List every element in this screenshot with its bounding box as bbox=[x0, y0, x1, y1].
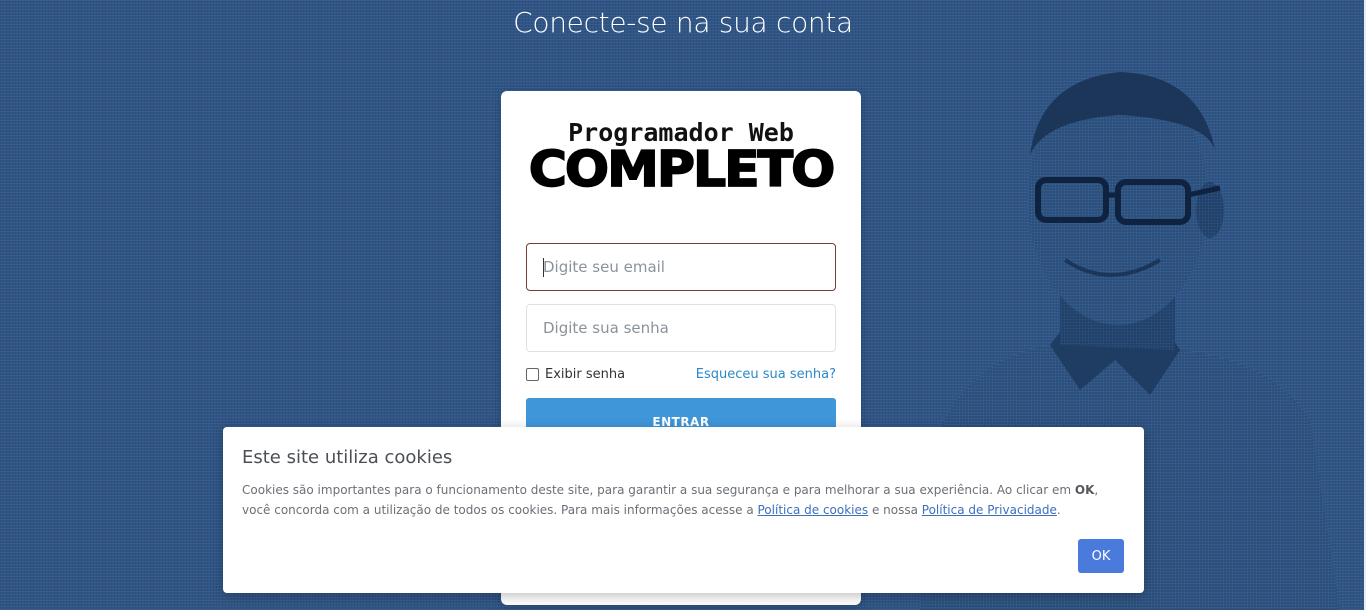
cookie-banner-title: Este site utiliza cookies bbox=[242, 447, 453, 468]
cookie-banner-text: Cookies são importantes para o funcionam… bbox=[242, 480, 1122, 520]
cookie-text-part: . bbox=[1056, 503, 1061, 517]
forgot-password-link[interactable]: Esqueceu sua senha? bbox=[696, 367, 836, 382]
brand-logo: Programador Web COMPLETO bbox=[519, 119, 843, 199]
cookie-text-part: Cookies são importantes para o funcionam… bbox=[242, 483, 1075, 497]
text-caret bbox=[543, 258, 544, 277]
show-password-label: Exibir senha bbox=[545, 367, 626, 382]
page-title: Conecte-se na sua conta bbox=[513, 6, 853, 39]
privacy-policy-link[interactable]: Política de Privacidade bbox=[922, 503, 1057, 517]
cookie-text-bold: OK bbox=[1074, 483, 1095, 497]
show-password-toggle[interactable]: Exibir senha bbox=[526, 367, 625, 382]
cookie-accept-button[interactable]: OK bbox=[1078, 539, 1124, 573]
cookie-policy-link[interactable]: Política de cookies bbox=[758, 503, 869, 517]
email-input[interactable] bbox=[526, 243, 836, 291]
cookie-consent-banner: Este site utiliza cookies Cookies são im… bbox=[223, 427, 1144, 593]
cookie-text-part: e nossa bbox=[868, 503, 922, 517]
show-password-checkbox[interactable] bbox=[526, 368, 539, 381]
password-input[interactable] bbox=[526, 304, 836, 352]
logo-line-2: COMPLETO bbox=[528, 141, 836, 199]
